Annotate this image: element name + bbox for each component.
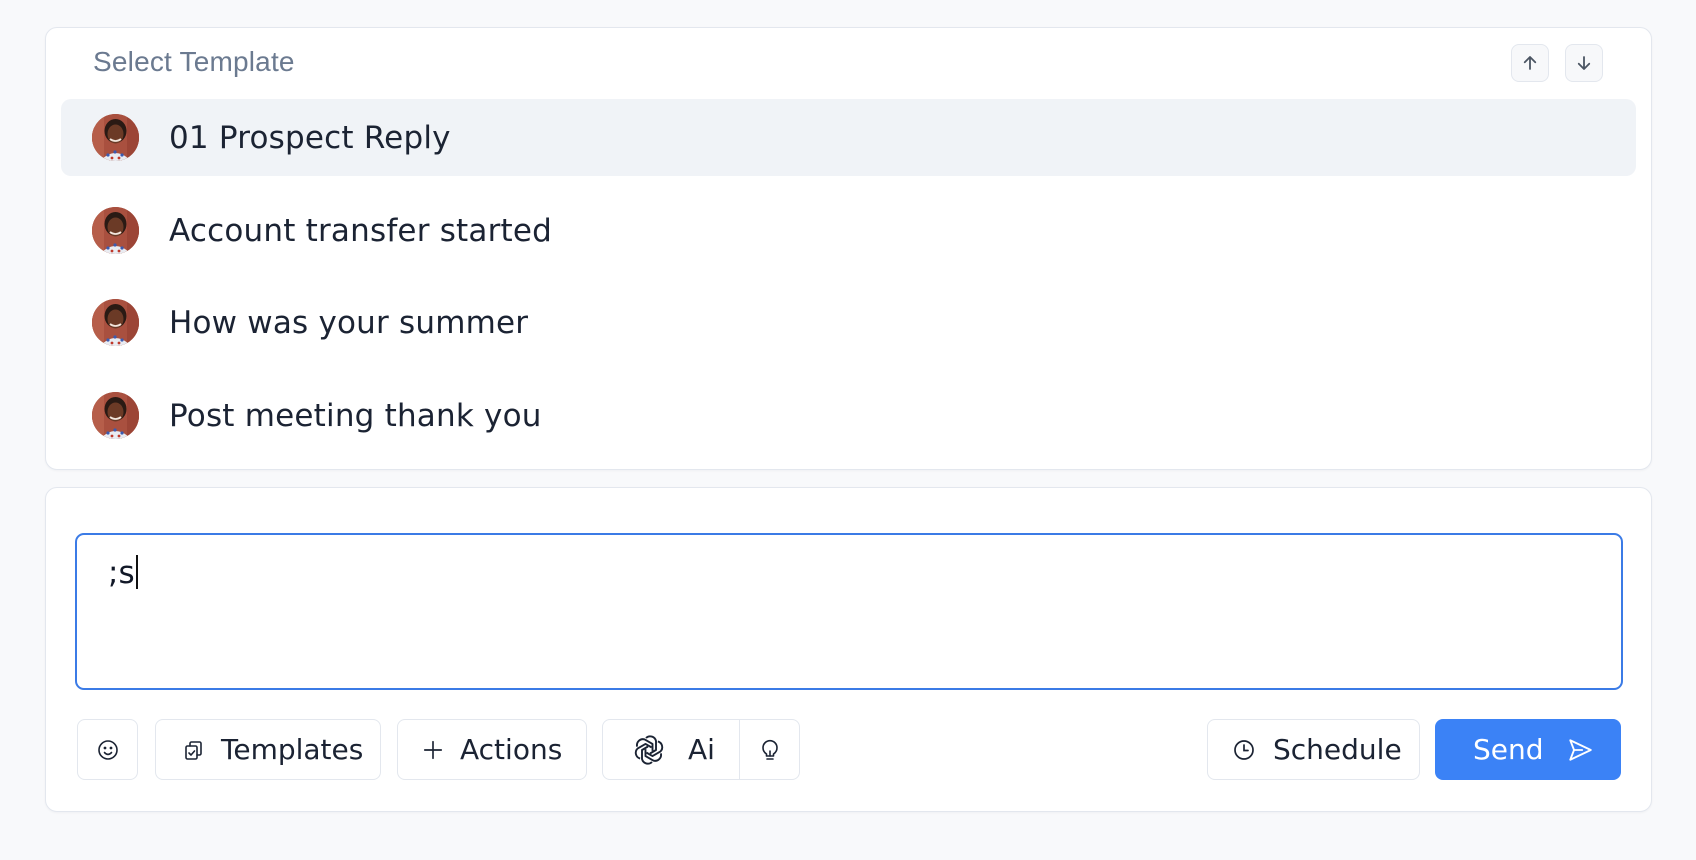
text-caret xyxy=(135,555,138,589)
arrow-up-icon xyxy=(1523,56,1537,70)
avatar xyxy=(92,299,139,346)
avatar xyxy=(92,114,139,161)
openai-icon xyxy=(634,734,664,765)
smiley-icon xyxy=(97,739,118,760)
actions-button-label: Actions xyxy=(460,733,563,766)
template-picker-title: Select Template xyxy=(93,46,295,77)
template-item[interactable]: Post meeting thank you xyxy=(61,377,1636,454)
navigate-down-button[interactable] xyxy=(1565,44,1603,82)
ai-button-label: Ai xyxy=(688,733,715,766)
template-item[interactable]: How was your summer xyxy=(61,284,1636,361)
send-button[interactable]: Send xyxy=(1435,719,1621,780)
paper-plane-icon xyxy=(1568,738,1592,761)
message-composer: ;s Templates Actions Ai Schedule Send xyxy=(45,487,1652,812)
plus-icon xyxy=(423,740,443,759)
ai-button[interactable]: Ai xyxy=(603,720,740,779)
avatar xyxy=(92,206,139,254)
template-item[interactable]: 01 Prospect Reply xyxy=(61,99,1636,176)
schedule-button-label: Schedule xyxy=(1273,733,1402,766)
arrow-down-icon xyxy=(1577,56,1591,70)
template-picker: Select Template 01 Prospect Reply Accoun… xyxy=(45,27,1652,470)
templates-button-label: Templates xyxy=(221,733,364,766)
actions-button[interactable]: Actions xyxy=(397,719,587,780)
navigate-up-button[interactable] xyxy=(1511,44,1549,82)
template-list: 01 Prospect Reply Account transfer start… xyxy=(61,99,1636,469)
template-item-label: How was your summer xyxy=(169,305,529,341)
ai-suggestions-button[interactable] xyxy=(740,720,799,779)
template-item-label: Account transfer started xyxy=(169,212,553,249)
avatar xyxy=(92,391,139,439)
schedule-button[interactable]: Schedule xyxy=(1207,719,1420,780)
emoji-button[interactable] xyxy=(77,719,138,780)
template-item[interactable]: Account transfer started xyxy=(61,192,1636,269)
message-input[interactable]: ;s xyxy=(75,533,1623,690)
message-input-value: ;s xyxy=(108,555,135,591)
ai-button-group: Ai xyxy=(602,719,800,780)
template-item-label: 01 Prospect Reply xyxy=(169,120,451,156)
send-button-label: Send xyxy=(1473,733,1544,766)
template-item-label: Post meeting thank you xyxy=(169,397,542,434)
lightbulb-icon xyxy=(761,739,778,760)
template-picker-header: Select Template xyxy=(46,28,1651,98)
templates-button[interactable]: Templates xyxy=(155,719,381,780)
clipboard-icon xyxy=(185,740,202,760)
clock-icon xyxy=(1234,739,1254,760)
